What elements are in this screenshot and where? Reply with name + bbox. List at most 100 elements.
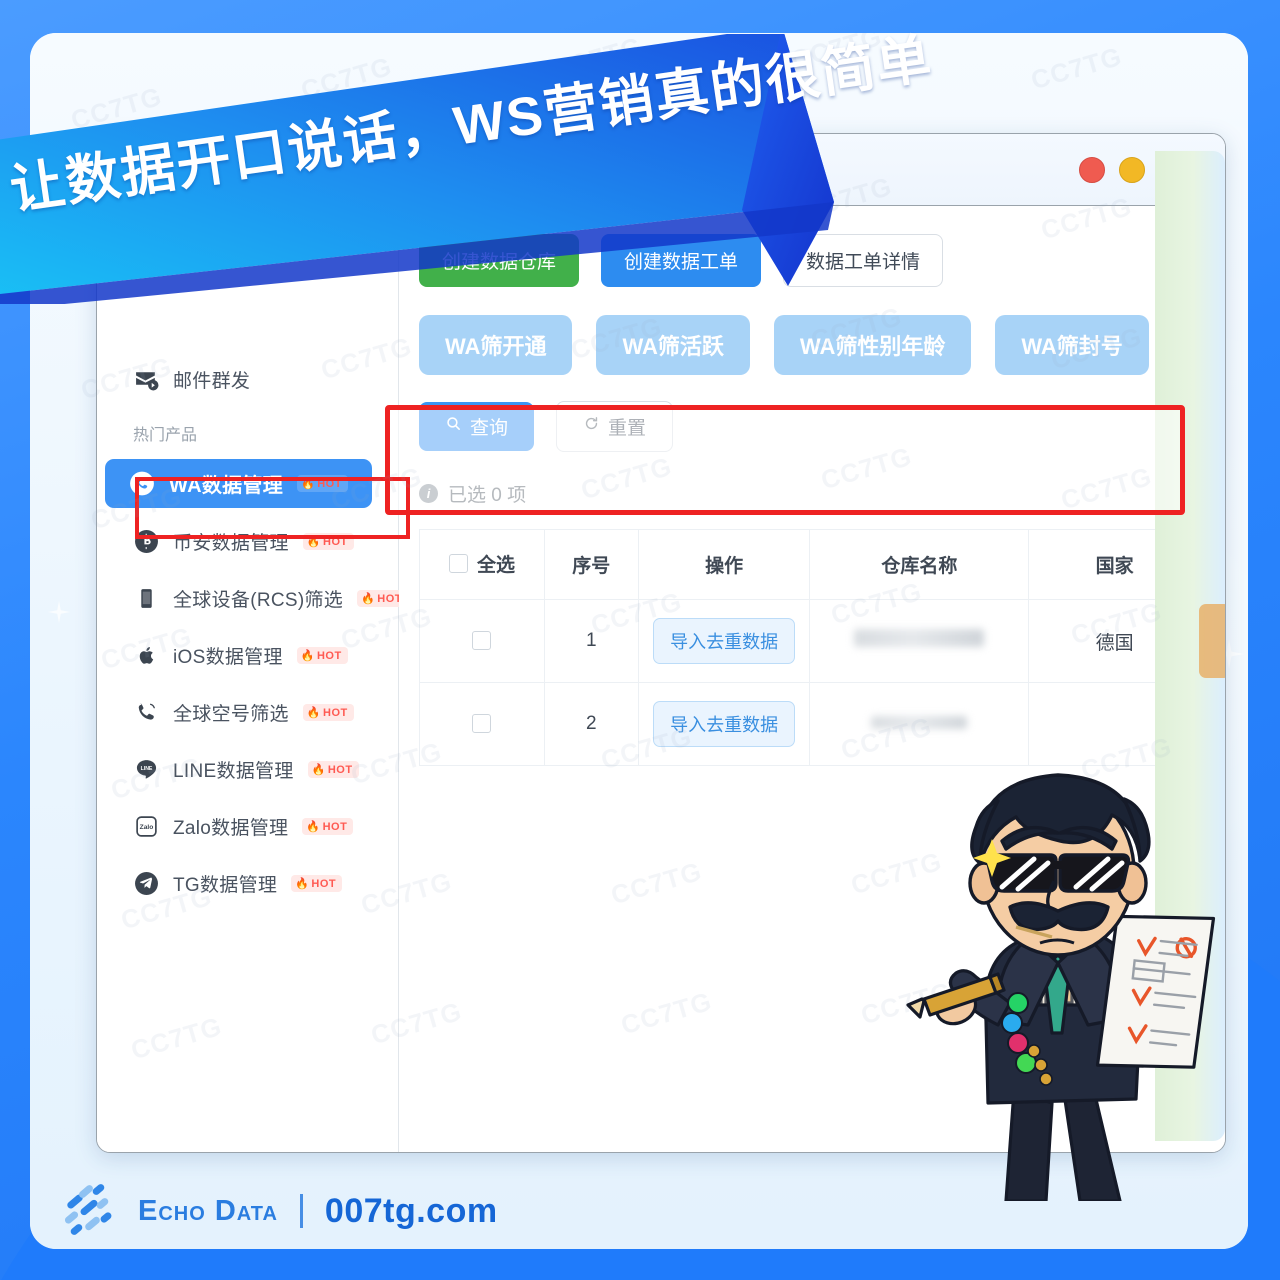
line-icon: LINE <box>133 757 159 783</box>
sidebar-item-label: 全球设备(RCS)筛选 <box>173 590 344 611</box>
create-work-order-button[interactable]: 创建数据工单 <box>601 234 762 287</box>
th-warehouse: 仓库名称 <box>809 529 1030 600</box>
row-checkbox-cell[interactable] <box>419 682 545 766</box>
flame-icon: 🔥 <box>311 764 326 776</box>
chip-wa-activation[interactable]: WA筛开通 <box>419 315 573 375</box>
content-card: 邮件群发 热门产品 WA数据管理 🔥 HOT 币安数据管理 🔥 HOT 全球设备… <box>30 33 1248 1249</box>
sidebar-item-ios-data[interactable]: iOS数据管理 🔥 HOT <box>109 632 386 679</box>
flame-icon: 🔥 <box>361 593 376 605</box>
sidebar-item-binance-data[interactable]: 币安数据管理 🔥 HOT <box>109 518 386 565</box>
flame-icon: 🔥 <box>295 878 310 890</box>
mail-icon <box>133 367 159 393</box>
row-checkbox[interactable] <box>472 714 492 734</box>
brand-name: Echo Data <box>138 1194 278 1227</box>
echo-data-logo-icon <box>62 1182 116 1238</box>
sidebar-item-label: TG数据管理 <box>173 875 278 896</box>
flame-icon: 🔥 <box>306 707 322 719</box>
hot-badge: 🔥 HOT <box>302 533 354 550</box>
apple-icon <box>133 643 159 669</box>
redacted-value <box>871 716 968 729</box>
sidebar-item-label: WA数据管理 <box>169 475 284 497</box>
reset-button-label: 重置 <box>608 418 647 439</box>
chip-wa-gender-age[interactable]: WA筛性别年龄 <box>773 315 972 375</box>
sidebar-item-line-data[interactable]: LINE LINE数据管理 🔥 HOT <box>109 746 386 793</box>
info-icon: i <box>419 484 438 503</box>
redacted-value <box>854 629 985 647</box>
hot-badge: 🔥 HOT <box>307 761 359 778</box>
sidebar-item-label: iOS数据管理 <box>173 647 283 668</box>
sidebar-item-label: 邮件群发 <box>173 371 251 392</box>
sidebar-item-label: Zalo数据管理 <box>173 818 289 839</box>
sidebar-item-label: LINE数据管理 <box>173 761 294 782</box>
sidebar-group-title: 热门产品 <box>133 427 198 444</box>
zalo-icon: Zalo <box>133 814 159 840</box>
import-dedupe-button[interactable]: 导入去重数据 <box>653 618 796 664</box>
row-checkbox[interactable] <box>472 631 492 651</box>
side-drawer-handle[interactable] <box>1199 604 1225 678</box>
hot-badge-label: HOT <box>323 535 348 548</box>
site-url: 007tg.com <box>324 1191 498 1230</box>
sidebar-item-rcs-filter[interactable]: 全球设备(RCS)筛选 🔥 HOT <box>109 575 409 622</box>
hot-badge-label: HOT <box>317 477 342 490</box>
table-header-row: 全选 序号 操作 仓库名称 国家 <box>419 529 1201 600</box>
import-dedupe-button[interactable]: 导入去重数据 <box>653 701 796 747</box>
th-select-all[interactable]: 全选 <box>419 529 545 600</box>
sidebar-item-label: 全球空号筛选 <box>173 704 289 725</box>
device-icon <box>133 586 159 612</box>
select-all-checkbox[interactable] <box>448 554 468 573</box>
hot-badge: 🔥 HOT <box>302 818 354 835</box>
table-row: 1 导入去重数据 德国 <box>419 599 1201 683</box>
chip-wa-active[interactable]: WA筛活跃 <box>596 315 750 375</box>
hot-badge-label: HOT <box>311 877 337 890</box>
row-index: 2 <box>543 682 639 766</box>
hot-badge: 🔥 HOT <box>296 647 348 664</box>
flame-icon: 🔥 <box>306 821 321 833</box>
svg-text:LINE: LINE <box>140 766 152 772</box>
query-button-label: 查询 <box>470 418 509 439</box>
flame-icon: 🔥 <box>301 478 316 490</box>
binance-icon <box>133 529 159 555</box>
selection-note-label: 已选 0 项 <box>448 485 527 506</box>
mascot-illustration <box>894 731 1224 1203</box>
telegram-icon <box>133 871 159 897</box>
th-index: 序号 <box>543 529 639 600</box>
sidebar: 邮件群发 热门产品 WA数据管理 🔥 HOT 币安数据管理 🔥 HOT 全球设备… <box>97 206 409 1152</box>
sidebar-item-mail-blast[interactable]: 邮件群发 <box>109 356 386 403</box>
search-icon <box>445 415 462 438</box>
row-index: 1 <box>543 599 639 683</box>
sidebar-item-zalo-data[interactable]: Zalo Zalo数据管理 🔥 HOT <box>109 803 386 850</box>
sidebar-item-wa-data[interactable]: WA数据管理 🔥 HOT <box>105 459 372 508</box>
query-button[interactable]: 查询 <box>419 402 535 451</box>
svg-text:Zalo: Zalo <box>139 824 153 831</box>
sidebar-item-label: 币安数据管理 <box>173 533 289 554</box>
browser-titlebar <box>97 134 1225 206</box>
close-icon[interactable] <box>1079 156 1105 183</box>
row-warehouse-name <box>809 599 1030 683</box>
sidebar-item-empty-number-filter[interactable]: 全球空号筛选 🔥 HOT <box>109 689 386 736</box>
sidebar-item-tg-data[interactable]: TG数据管理 🔥 HOT <box>109 860 386 907</box>
flame-icon: 🔥 <box>306 536 322 548</box>
phone-icon <box>133 700 159 726</box>
th-action: 操作 <box>637 529 811 600</box>
hot-badge-label: HOT <box>316 649 342 662</box>
th-select-all-label: 全选 <box>476 555 515 576</box>
hot-badge-label: HOT <box>323 706 348 719</box>
row-action-cell: 导入去重数据 <box>637 682 811 766</box>
footer-divider <box>299 1194 303 1228</box>
top-button-row: 创建数据仓库 创建数据工单 数据工单详情 <box>419 234 1201 287</box>
reset-button[interactable]: 重置 <box>556 401 674 452</box>
row-action-cell: 导入去重数据 <box>637 599 811 683</box>
minimize-icon[interactable] <box>1119 156 1145 183</box>
hot-badge: 🔥 HOT <box>291 875 343 892</box>
footer: Echo Data 007tg.com <box>62 1182 498 1238</box>
row-checkbox-cell[interactable] <box>419 599 545 683</box>
chip-wa-banned[interactable]: WA筛封号 <box>995 315 1149 375</box>
create-warehouse-button[interactable]: 创建数据仓库 <box>419 234 580 287</box>
work-order-detail-button[interactable]: 数据工单详情 <box>783 234 944 287</box>
hot-badge: 🔥 HOT <box>297 475 348 492</box>
hot-badge-label: HOT <box>327 763 353 776</box>
flame-icon: 🔥 <box>300 650 315 662</box>
action-row: 查询 重置 <box>419 401 1201 452</box>
selection-note: i 已选 0 项 <box>419 480 1201 507</box>
hot-badge: 🔥 HOT <box>302 704 354 721</box>
